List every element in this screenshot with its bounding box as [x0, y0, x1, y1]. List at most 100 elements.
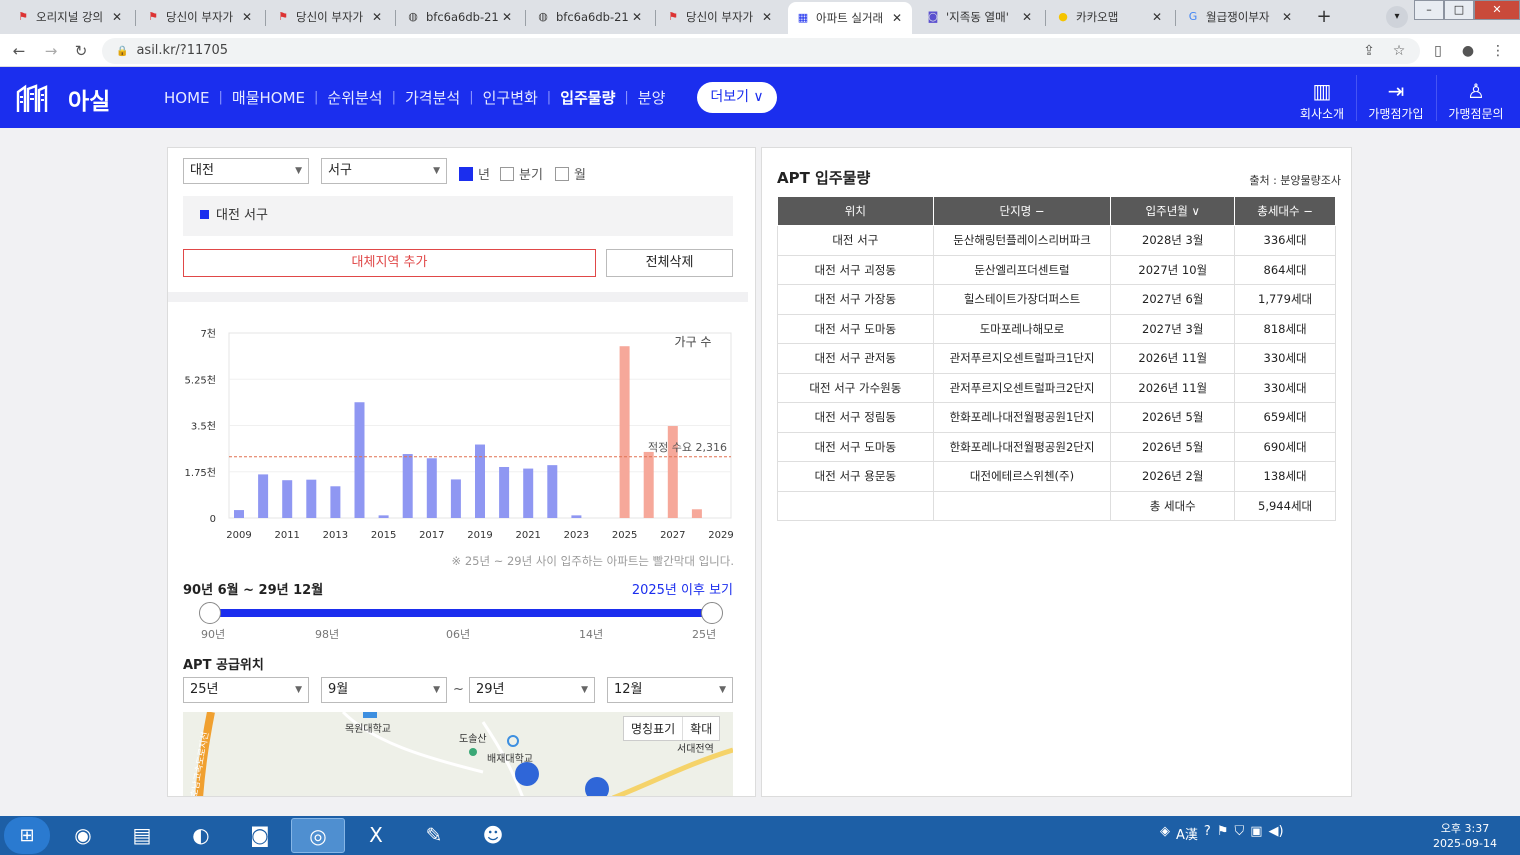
add-region-button[interactable]: 대체지역 추가	[183, 249, 596, 277]
shield-icon[interactable]: ⛉	[1234, 824, 1244, 843]
slider-end-handle[interactable]	[701, 602, 723, 624]
share-icon[interactable]: ⇪	[1358, 40, 1380, 62]
browser-tab[interactable]: ◍ bfc6a6db-21 ✕	[398, 4, 522, 30]
table-row[interactable]: 대전 서구 도마동 도마포레나해모로 2027년 3월 818세대	[777, 313, 1336, 344]
excel-icon[interactable]: X	[349, 818, 403, 853]
table-row[interactable]: 대전 서구 관저동 관저푸르지오센트럴파크1단지 2026년 11월 330세대	[777, 343, 1336, 374]
browser-tab[interactable]: ⚑ 당신이 부자가 ✕	[658, 4, 782, 30]
menu-item[interactable]: 분양	[638, 87, 666, 108]
to-month-select[interactable]: 12월 ▼	[607, 677, 733, 703]
more-menu-button[interactable]: 더보기 ∨	[697, 82, 777, 113]
table-header-cell[interactable]: 단지명 −	[932, 196, 1112, 226]
table-header-cell[interactable]: 입주년월 ∨	[1110, 196, 1236, 226]
slider-start-handle[interactable]	[199, 602, 221, 624]
after-2025-link[interactable]: 2025년 이후 보기	[632, 579, 733, 598]
close-tab-icon[interactable]: ✕	[370, 10, 384, 24]
menu-item[interactable]: 가격분석	[405, 87, 460, 108]
maximize-button[interactable]: □	[1444, 0, 1474, 20]
zoom-icon[interactable]: ◙	[233, 818, 287, 853]
to-year-select[interactable]: 29년 ▼	[469, 677, 595, 703]
from-month-select[interactable]: 9월 ▼	[321, 677, 447, 703]
browser-tab[interactable]: ⚑ 당신이 부자가 ✕	[138, 4, 262, 30]
browser-menu-icon[interactable]: ⋮	[1487, 40, 1509, 62]
side-panel-icon[interactable]: ▯	[1427, 40, 1449, 62]
table-row[interactable]: 대전 서구 용문동 대전에테르스위첸(주) 2026년 2월 138세대	[777, 461, 1336, 492]
network-icon[interactable]: ◈	[1160, 824, 1170, 843]
explorer-icon[interactable]: ▤	[115, 818, 169, 853]
volume-icon[interactable]: ◀)	[1269, 824, 1284, 843]
menu-item[interactable]: 순위분석	[327, 87, 382, 108]
checkbox[interactable]	[500, 166, 514, 181]
close-tab-icon[interactable]: ✕	[1280, 10, 1294, 24]
help-icon[interactable]: ?	[1204, 824, 1211, 843]
menu-item[interactable]: HOME	[164, 89, 210, 107]
ime-indicator[interactable]: A漢	[1176, 824, 1198, 843]
system-clock[interactable]: 오후 3:37 2025-09-14	[1426, 821, 1504, 851]
table-header-cell[interactable]: 총세대수 −	[1234, 196, 1336, 226]
supply-map[interactable]: 목원대학교 도솔산 배재대학교 서대전역 호남고속도로지선 명칭표기 확대	[183, 712, 733, 796]
checkbox[interactable]	[459, 166, 473, 181]
map-button[interactable]: 명칭표기	[624, 717, 682, 740]
menu-item[interactable]: 매물HOME	[232, 87, 305, 108]
table-row[interactable]: 대전 서구 둔산해링턴플레이스리버파크 2028년 3월 336세대	[777, 225, 1336, 256]
city-select[interactable]: 대전 ▼	[183, 158, 309, 184]
from-year-select[interactable]: 25년 ▼	[183, 677, 309, 703]
browser-tab[interactable]: ⚑ 오리지널 강의 ✕	[8, 4, 132, 30]
chrome-icon[interactable]: ◎	[291, 818, 345, 853]
table-cell: 2026년 2월	[1110, 461, 1236, 492]
minimize-button[interactable]: –	[1414, 0, 1444, 20]
menu-item[interactable]: 입주물량	[560, 87, 615, 108]
close-tab-icon[interactable]: ✕	[500, 10, 514, 24]
browser-tab[interactable]: ◍ bfc6a6db-21 ✕	[528, 4, 652, 30]
close-tab-icon[interactable]: ✕	[1020, 10, 1034, 24]
close-tab-icon[interactable]: ✕	[760, 10, 774, 24]
browser-tab[interactable]: ▦ 아파트 실거래 ✕	[788, 2, 912, 34]
site-logo[interactable]: 아실	[16, 82, 110, 116]
new-tab-button[interactable]: +	[1312, 6, 1336, 28]
close-tab-icon[interactable]: ✕	[240, 10, 254, 24]
table-row[interactable]: 대전 서구 정림동 한화포레나대전월평공원1단지 2026년 5월 659세대	[777, 402, 1336, 433]
checkbox[interactable]	[555, 166, 569, 181]
right-nav-item[interactable]: ▥ 회사소개	[1286, 77, 1358, 122]
start-orb-icon[interactable]: ⊞	[4, 817, 50, 854]
table-header-cell[interactable]: 위치	[777, 196, 934, 226]
delete-all-button[interactable]: 전체삭제	[606, 249, 733, 277]
table-row[interactable]: 대전 서구 가수원동 관저푸르지오센트럴파크2단지 2026년 11월 330세대	[777, 372, 1336, 403]
period-option[interactable]: 월	[555, 164, 586, 183]
paint-icon[interactable]: ✎	[407, 818, 461, 853]
green-app-icon[interactable]: ◐	[174, 818, 228, 853]
bookmark-star-icon[interactable]: ☆	[1388, 40, 1410, 62]
right-nav-item[interactable]: ♙ 가맹점문의	[1440, 77, 1512, 122]
close-window-button[interactable]: ✕	[1474, 0, 1520, 20]
period-option[interactable]: 분기	[500, 164, 543, 183]
table-row[interactable]: 대전 서구 도마동 한화포레나대전월평공원2단지 2026년 5월 690세대	[777, 431, 1336, 462]
close-tab-icon[interactable]: ✕	[630, 10, 644, 24]
flag-tray-icon[interactable]: ⚑	[1217, 824, 1229, 843]
table-row[interactable]: 대전 서구 가장동 힐스테이트가장더퍼스트 2027년 6월 1,779세대	[777, 284, 1336, 315]
browser-tab[interactable]: ⚑ 당신이 부자가 ✕	[268, 4, 392, 30]
menu-item[interactable]: 인구변화	[483, 87, 538, 108]
reload-icon[interactable]: ↻	[70, 40, 92, 62]
browser-tab[interactable]: ● 카카오맵 ✕	[1048, 4, 1172, 30]
display-icon[interactable]: ▣	[1250, 824, 1262, 843]
owl-app-icon[interactable]: ☻	[466, 818, 520, 853]
red-app-icon[interactable]: ◉	[56, 818, 110, 853]
table-cell: 330세대	[1234, 372, 1336, 403]
close-tab-icon[interactable]: ✕	[1150, 10, 1164, 24]
profile-icon[interactable]: ●	[1457, 40, 1479, 62]
tab-search-button[interactable]: ▾	[1386, 6, 1408, 28]
forward-arrow-icon[interactable]: →	[40, 40, 62, 62]
chart-bar	[523, 468, 534, 518]
url-input[interactable]: 🔒 asil.kr/?11705	[102, 38, 1420, 64]
close-tab-icon[interactable]: ✕	[890, 11, 904, 25]
back-arrow-icon[interactable]: ←	[8, 40, 30, 62]
map-button[interactable]: 확대	[682, 717, 719, 740]
period-range-slider[interactable]	[199, 602, 723, 624]
district-select[interactable]: 서구 ▼	[321, 158, 447, 184]
browser-tab[interactable]: G 월급쟁이부자 ✕	[1178, 4, 1302, 30]
browser-tab[interactable]: ◙ '지족동 열매' ✕	[918, 4, 1042, 30]
right-nav-item[interactable]: ⇥ 가맹점가입	[1360, 77, 1432, 122]
table-row[interactable]: 대전 서구 괴정동 둔산엘리프더센트럴 2027년 10월 864세대	[777, 254, 1336, 285]
close-tab-icon[interactable]: ✕	[110, 10, 124, 24]
period-option[interactable]: 년	[459, 164, 490, 183]
